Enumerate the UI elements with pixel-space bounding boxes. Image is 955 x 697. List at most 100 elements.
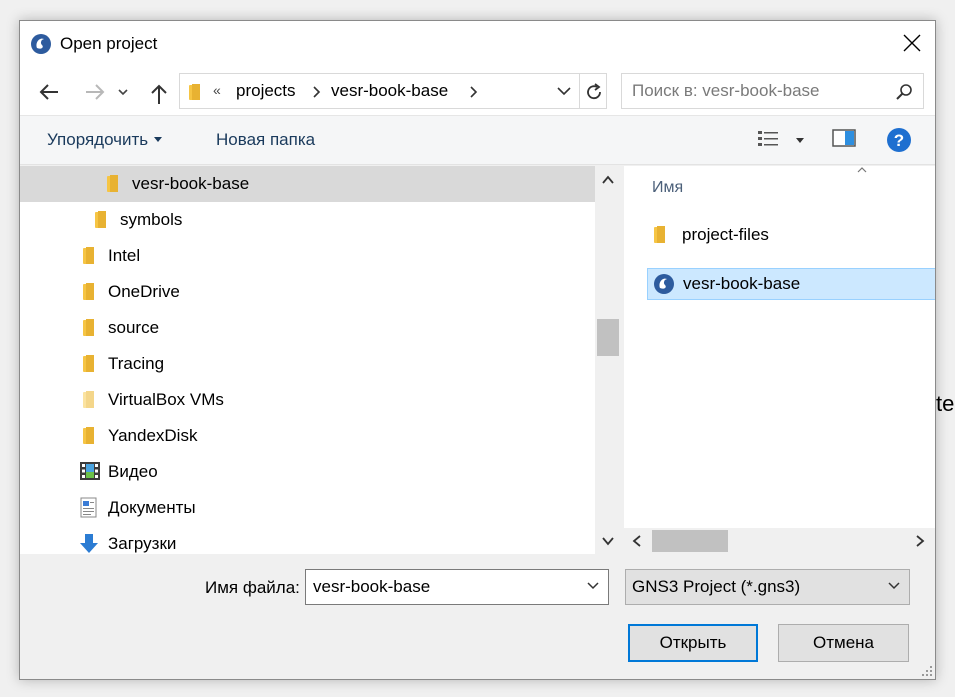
navigation-bar: « projects vesr-book-base xyxy=(20,69,935,115)
folder-icon xyxy=(654,226,665,243)
resize-grip-icon[interactable] xyxy=(921,665,933,677)
tree-item[interactable]: VirtualBox VMs xyxy=(20,382,595,418)
tree-item-label: Tracing xyxy=(108,354,165,373)
background-window-text: te xyxy=(936,391,955,416)
new-folder-button[interactable]: Новая папка xyxy=(216,130,315,150)
tree-item[interactable]: vesr-book-base xyxy=(20,166,595,202)
preview-pane-icon xyxy=(832,129,856,147)
arrow-left-icon xyxy=(39,84,58,100)
tree-item-label: OneDrive xyxy=(108,282,180,301)
command-toolbar: Упорядочить Новая папка ? xyxy=(20,115,935,165)
folder-icon xyxy=(82,426,98,451)
sort-ascending-icon xyxy=(857,167,867,173)
close-icon xyxy=(903,34,921,52)
chevron-down-icon xyxy=(118,89,128,96)
change-view-button[interactable] xyxy=(757,129,807,153)
folder-icon xyxy=(189,84,200,100)
file-item-label: vesr-book-base xyxy=(683,274,801,293)
tree-item[interactable]: Tracing xyxy=(20,346,595,382)
recent-locations-button[interactable] xyxy=(116,78,134,106)
downloads-folder-icon xyxy=(79,533,99,554)
title-bar: Open project xyxy=(20,21,935,69)
arrow-right-icon xyxy=(86,84,105,100)
scroll-down-icon[interactable] xyxy=(602,536,614,546)
file-type-select[interactable]: GNS3 Project (*.gns3) xyxy=(625,569,910,605)
scroll-up-icon[interactable] xyxy=(602,175,614,185)
tree-item-label: source xyxy=(108,318,160,337)
tree-item[interactable]: Загрузки xyxy=(20,526,595,554)
tree-item-label: YandexDisk xyxy=(108,426,198,445)
organize-button[interactable]: Упорядочить xyxy=(47,130,163,150)
search-icon[interactable] xyxy=(895,83,913,101)
navigation-tree[interactable]: vesr-book-base symbols Intel OneDrive source… xyxy=(20,166,595,554)
open-button[interactable]: Открыть xyxy=(628,624,758,662)
close-button[interactable] xyxy=(889,21,935,65)
tree-item[interactable]: OneDrive xyxy=(20,274,595,310)
refresh-icon xyxy=(587,83,601,100)
help-button[interactable]: ? xyxy=(886,127,912,153)
video-folder-icon xyxy=(79,461,101,486)
file-item-vesr-book-base[interactable]: vesr-book-base xyxy=(647,268,935,300)
tree-item-label: Загрузки xyxy=(108,534,177,553)
tree-item[interactable]: Документы xyxy=(20,490,595,526)
breadcrumb-projects[interactable]: projects xyxy=(236,81,296,101)
tree-item[interactable]: YandexDisk xyxy=(20,418,595,454)
search-box[interactable] xyxy=(621,73,924,109)
file-item-label: project-files xyxy=(682,225,769,244)
chevron-right-icon[interactable] xyxy=(311,85,321,99)
caret-down-icon xyxy=(796,138,804,143)
scroll-right-icon[interactable] xyxy=(915,535,925,547)
tree-scroll-thumb[interactable] xyxy=(597,319,619,356)
help-icon: ? xyxy=(887,128,911,152)
address-bar[interactable]: « projects vesr-book-base xyxy=(179,73,607,109)
organize-label: Упорядочить xyxy=(47,130,149,149)
file-item-project-files[interactable]: project-files xyxy=(647,219,935,251)
chevron-down-icon[interactable] xyxy=(586,581,600,591)
svg-text:?: ? xyxy=(894,131,904,150)
breadcrumb-overflow[interactable]: « xyxy=(213,82,221,98)
folder-icon xyxy=(94,210,110,235)
tree-vertical-scrollbar[interactable] xyxy=(595,166,619,554)
arrow-up-icon xyxy=(151,84,167,104)
tree-item[interactable]: Intel xyxy=(20,238,595,274)
folder-icon xyxy=(82,354,98,379)
details-view-icon xyxy=(758,131,778,146)
filename-label: Имя файла: xyxy=(205,578,300,597)
folder-icon xyxy=(82,246,98,271)
tree-item-label: symbols xyxy=(120,210,183,229)
chevron-right-icon[interactable] xyxy=(468,85,478,99)
file-type-value: GNS3 Project (*.gns3) xyxy=(632,577,801,596)
tree-item-label: Intel xyxy=(108,246,141,265)
filename-combobox[interactable] xyxy=(305,569,609,605)
files-horizontal-scrollbar[interactable] xyxy=(624,528,935,554)
tree-item[interactable]: Видео xyxy=(20,454,595,490)
chevron-down-icon xyxy=(888,582,900,590)
search-input[interactable] xyxy=(630,80,890,102)
breadcrumb-vesr-book-base[interactable]: vesr-book-base xyxy=(331,81,448,101)
gns3-app-icon xyxy=(31,34,51,54)
preview-pane-button[interactable] xyxy=(832,128,858,154)
column-header-name[interactable]: Имя xyxy=(652,179,683,197)
forward-button[interactable] xyxy=(79,78,109,106)
tree-item[interactable]: symbols xyxy=(20,202,595,238)
folder-light-icon xyxy=(82,390,98,415)
back-button[interactable] xyxy=(33,78,63,106)
open-project-dialog: Open project « projects vesr-book-base П… xyxy=(19,20,936,680)
tree-item-label: Видео xyxy=(108,462,158,481)
dialog-title: Open project xyxy=(60,34,158,53)
refresh-button[interactable] xyxy=(579,74,607,108)
gns3-project-icon xyxy=(654,274,674,294)
tree-item[interactable]: source xyxy=(20,310,595,346)
caret-down-icon xyxy=(154,137,163,142)
cancel-button[interactable]: Отмена xyxy=(778,624,909,662)
folder-icon xyxy=(82,318,98,343)
file-list[interactable]: Имя project-files vesr-book-base xyxy=(624,166,935,528)
filename-input[interactable] xyxy=(311,576,571,598)
up-button[interactable] xyxy=(144,78,174,106)
address-history-dropdown-icon[interactable] xyxy=(556,84,572,98)
documents-folder-icon xyxy=(79,497,99,524)
tree-item-label: Документы xyxy=(108,498,196,517)
tree-item-label: VirtualBox VMs xyxy=(108,390,224,409)
files-scroll-thumb[interactable] xyxy=(652,530,728,552)
scroll-left-icon[interactable] xyxy=(632,535,642,547)
